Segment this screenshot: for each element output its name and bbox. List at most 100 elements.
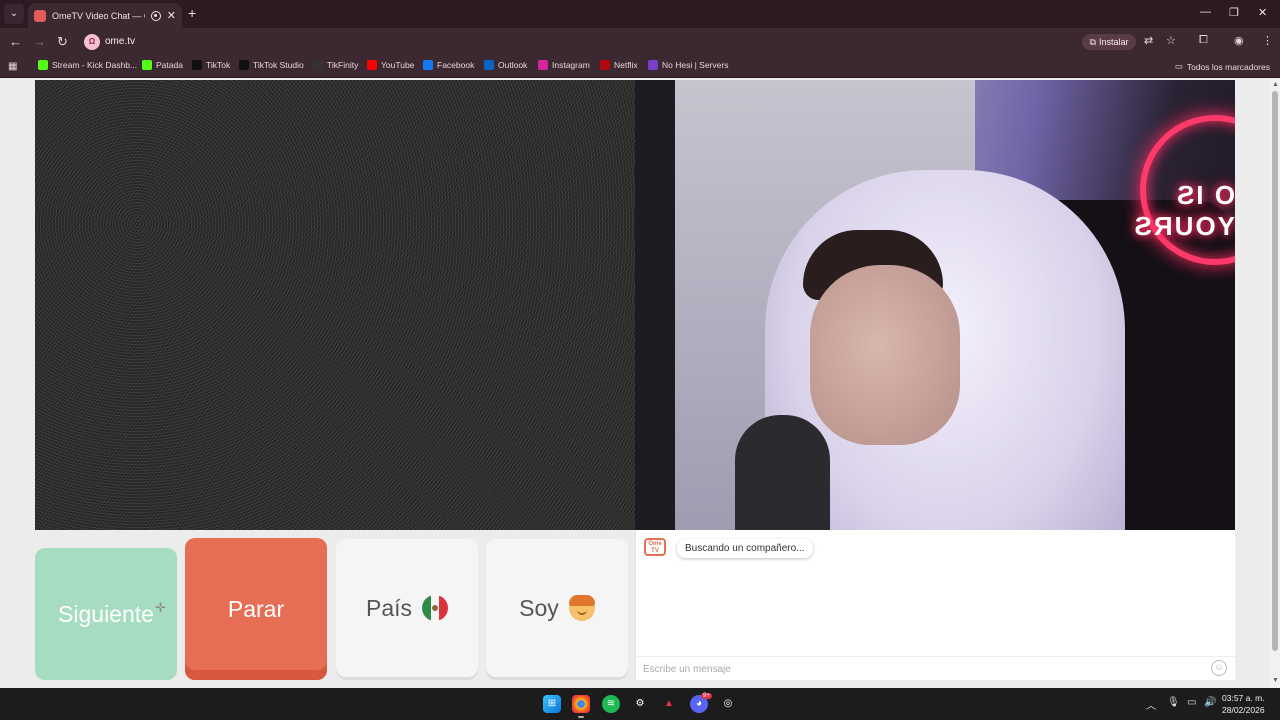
scroll-down-icon[interactable]: ▼ bbox=[1272, 677, 1279, 684]
gender-label: Soy bbox=[519, 594, 559, 621]
bookmark-label: Outlook bbox=[498, 60, 528, 70]
bookmark-label: Instagram bbox=[552, 60, 590, 70]
stop-button[interactable]: Parar bbox=[185, 538, 327, 680]
mexico-flag-icon bbox=[422, 595, 449, 621]
outlook-icon bbox=[484, 60, 494, 70]
message-input[interactable] bbox=[643, 660, 1203, 678]
clock-time: 03:57 a. m. bbox=[1222, 693, 1265, 703]
microphone-icon[interactable]: 🎙 bbox=[1167, 697, 1180, 708]
tikfinity-icon bbox=[313, 60, 323, 70]
message-bar: ☺ bbox=[636, 656, 1236, 680]
chat-panel: Ome TV Buscando un compañero... ☺ bbox=[635, 530, 1236, 680]
discord-badge: 9+ bbox=[701, 693, 712, 699]
nohesi-icon bbox=[648, 60, 658, 70]
microphone bbox=[735, 415, 830, 530]
spotify-icon[interactable]: ≋ bbox=[602, 695, 620, 713]
tab-search-chevron-icon[interactable]: ⌄ bbox=[4, 4, 24, 24]
country-label: País bbox=[365, 594, 413, 621]
install-app-button[interactable]: ⧉ Instalar bbox=[1082, 34, 1136, 50]
scroll-up-icon[interactable]: ▲ bbox=[1272, 81, 1279, 88]
bookmark-label: TikFinity bbox=[327, 60, 359, 70]
reload-icon[interactable]: ↻ bbox=[57, 34, 68, 50]
system-clock[interactable]: 03:57 a. m. 28/02/2026 bbox=[1222, 692, 1265, 716]
tab-ometv[interactable]: OmeTV Video Chat — Ome ✕ bbox=[28, 3, 182, 28]
youtube-icon bbox=[367, 60, 377, 70]
apps-grid-icon[interactable]: ▦ bbox=[8, 61, 19, 72]
all-bookmarks-folder[interactable]: ▭ Todos los marcadores bbox=[1175, 61, 1270, 72]
steam-icon[interactable]: ⚙ bbox=[631, 695, 649, 713]
bookmark-label: Patada bbox=[156, 60, 183, 70]
bookmark-label: No Hesi | Servers bbox=[662, 60, 729, 70]
cursor-plus-icon: ✛ bbox=[155, 600, 166, 615]
neon-sign-text: O IS YOURS bbox=[1132, 180, 1235, 241]
address-bar[interactable]: Ω ome.tv bbox=[80, 31, 1080, 53]
tiktok-icon bbox=[239, 60, 249, 70]
chrome-icon[interactable] bbox=[572, 695, 590, 718]
bookmark-tiktok-3[interactable]: TikTok Studio bbox=[239, 60, 304, 70]
ometv-logo: Ome TV bbox=[644, 538, 666, 556]
self-webcam-video: O IS YOURS bbox=[635, 80, 1235, 530]
bookmark-youtube-5[interactable]: YouTube bbox=[367, 60, 414, 70]
bookmark-tiktok-2[interactable]: TikTok bbox=[192, 60, 230, 70]
person-face bbox=[810, 265, 960, 445]
forward-icon[interactable]: → bbox=[33, 34, 46, 49]
extensions-icon[interactable]: ⧠ bbox=[1199, 34, 1208, 47]
windows-taskbar: ⊞ ≋ ⚙ ▲ ◕ 9+ ◎ ︿ 🎙 ▭ 🔊 03:57 a. m. 28/02… bbox=[0, 688, 1280, 720]
close-window-icon[interactable]: ✕ bbox=[1258, 6, 1267, 19]
bookmark-instagram-8[interactable]: Instagram bbox=[538, 60, 590, 70]
next-label: Siguiente bbox=[58, 600, 154, 627]
tab-strip: ⌄ OmeTV Video Chat — Ome ✕ + — ❐ ✕ bbox=[0, 0, 1280, 28]
bookmark-nohesi-10[interactable]: No Hesi | Servers bbox=[648, 60, 728, 70]
netflix-icon bbox=[600, 60, 610, 70]
translate-icon[interactable]: ⇄ bbox=[1144, 34, 1153, 47]
bookmark-label: TikTok bbox=[206, 60, 231, 70]
adobe-icon[interactable]: ▲ bbox=[660, 695, 678, 713]
bookmark-label: Stream - Kick Dashb... bbox=[52, 60, 138, 70]
clock-date: 28/02/2026 bbox=[1222, 705, 1265, 715]
windows-start-icon[interactable]: ⊞ bbox=[543, 695, 561, 713]
next-button[interactable]: Siguiente ✛ bbox=[35, 548, 177, 680]
obs-icon[interactable]: ◎ bbox=[719, 695, 737, 713]
page-scrollbar[interactable]: ▲ ▼ bbox=[1270, 79, 1280, 688]
tab-title: OmeTV Video Chat — Ome bbox=[52, 10, 145, 21]
folder-icon: ▭ bbox=[1174, 61, 1183, 71]
close-tab-icon[interactable]: ✕ bbox=[167, 9, 176, 22]
status-message: Buscando un compañero... bbox=[677, 539, 813, 558]
bookmark-netflix-9[interactable]: Netflix bbox=[600, 60, 638, 70]
install-icon: ⧉ bbox=[1089, 36, 1096, 47]
back-icon[interactable]: ← bbox=[9, 34, 22, 49]
scroll-thumb[interactable] bbox=[1272, 91, 1278, 651]
bookmark-kick-1[interactable]: Patada bbox=[142, 60, 183, 70]
bookmark-kick-0[interactable]: Stream - Kick Dashb... bbox=[38, 60, 137, 70]
country-filter-button[interactable]: País bbox=[336, 539, 478, 677]
facebook-icon bbox=[423, 60, 433, 70]
recording-icon bbox=[150, 10, 161, 21]
stranger-video-static bbox=[35, 80, 635, 530]
tiktok-icon bbox=[192, 60, 202, 70]
tray-chevron-icon[interactable]: ︿ bbox=[1146, 697, 1156, 712]
gender-button[interactable]: Soy bbox=[486, 539, 628, 677]
bookmark-label: YouTube bbox=[381, 60, 415, 70]
restore-icon[interactable]: ❐ bbox=[1229, 6, 1239, 19]
stop-label: Parar bbox=[227, 595, 285, 622]
network-icon[interactable]: ▭ bbox=[1187, 697, 1196, 708]
profile-avatar-icon[interactable]: ◉ bbox=[1234, 34, 1244, 47]
bookmark-label: Facebook bbox=[437, 60, 475, 70]
kick-icon bbox=[142, 60, 152, 70]
emoji-picker-icon[interactable]: ☺ bbox=[1211, 660, 1227, 676]
boy-emoji-icon bbox=[568, 595, 595, 621]
browser-menu-icon[interactable]: ⋮ bbox=[1262, 34, 1273, 47]
minimize-icon[interactable]: — bbox=[1200, 6, 1211, 18]
volume-icon[interactable]: 🔊 bbox=[1204, 697, 1216, 708]
bookmarks-bar: ▦ Stream - Kick Dashb... Patada TikTok TikT… bbox=[0, 56, 1280, 78]
site-info-icon[interactable]: Ω bbox=[84, 34, 100, 50]
monitor-edge bbox=[635, 80, 675, 530]
new-tab-icon[interactable]: + bbox=[188, 5, 196, 21]
bookmark-tikfinity-4[interactable]: TikFinity bbox=[313, 60, 358, 70]
kick-icon bbox=[38, 60, 48, 70]
bookmark-star-icon[interactable]: ☆ bbox=[1166, 34, 1176, 47]
bookmark-outlook-7[interactable]: Outlook bbox=[484, 60, 527, 70]
bookmark-label: Netflix bbox=[614, 60, 638, 70]
bookmark-facebook-6[interactable]: Facebook bbox=[423, 60, 474, 70]
install-label: Instalar bbox=[1098, 37, 1129, 47]
